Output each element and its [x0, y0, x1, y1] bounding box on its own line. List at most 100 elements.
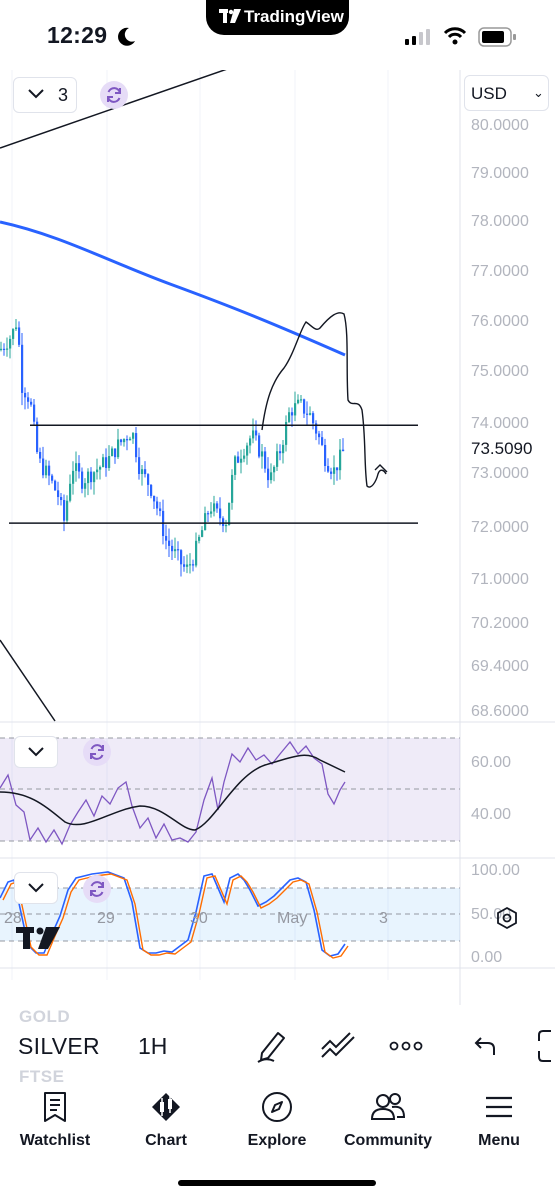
currency-select[interactable]: USD ⌄ — [464, 75, 549, 111]
candle-body — [303, 399, 306, 414]
candle-body — [15, 327, 18, 330]
candle-body — [117, 439, 120, 458]
refresh-button[interactable] — [100, 81, 128, 109]
candle-body — [51, 475, 54, 481]
status-time: 12:29 — [47, 22, 108, 48]
app-pill-label: TradingView — [244, 7, 344, 26]
candle-body — [324, 444, 327, 466]
candle-body — [72, 470, 75, 484]
candle-body — [147, 474, 150, 485]
settings-hex-icon[interactable] — [495, 906, 519, 930]
candle-body — [213, 503, 216, 512]
pen-icon[interactable] — [256, 1029, 288, 1063]
nav-item-chart[interactable]: Chart — [111, 1091, 221, 1157]
caret-icon: ⌄ — [533, 85, 544, 100]
status-bar: 12:29 TradingView — [0, 0, 555, 70]
stoch-refresh-button[interactable] — [83, 875, 111, 903]
candle-body — [243, 455, 246, 459]
candle-body — [54, 480, 57, 491]
nav-item-explore[interactable]: Explore — [222, 1091, 332, 1157]
chart-area[interactable]: 3 USD ⌄ 80.0000 79.0000 78.0000 77.0000 … — [0, 70, 555, 1005]
candle-body — [108, 456, 111, 468]
candle-body — [258, 435, 261, 457]
candle-body — [192, 564, 195, 566]
candle-body — [114, 448, 117, 458]
candle-body — [183, 564, 186, 567]
price-axis-label: 70.2000 — [471, 615, 529, 632]
nav-item-menu[interactable]: Menu — [444, 1091, 554, 1157]
candle-body — [60, 497, 63, 501]
candle-body — [69, 483, 72, 501]
price-axis-label: 79.0000 — [471, 165, 529, 182]
community-icon — [370, 1093, 406, 1120]
candle-body — [39, 451, 42, 459]
candle-body — [132, 433, 135, 439]
candle-body — [189, 564, 192, 566]
more-icon[interactable] — [389, 1041, 423, 1051]
price-axis-label: 72.0000 — [471, 519, 529, 536]
candle-body — [180, 550, 183, 565]
rsi-refresh-button[interactable] — [83, 738, 111, 766]
price-axis-label: 80.0000 — [471, 117, 529, 134]
undo-icon[interactable] — [474, 1035, 498, 1057]
nav-label: Watchlist — [19, 1132, 91, 1149]
candle-body — [18, 327, 21, 345]
stoch-axis-label: 0.00 — [471, 949, 503, 966]
candle-body — [318, 433, 321, 438]
candle-body — [21, 344, 24, 393]
candle-body — [270, 472, 273, 481]
app-pill: TradingView — [206, 0, 349, 35]
fullscreen-icon[interactable] — [537, 1029, 555, 1063]
candle-body — [330, 471, 333, 474]
watchlist-icon — [44, 1092, 66, 1122]
candle-body — [3, 348, 6, 351]
nav-item-community[interactable]: Community — [333, 1091, 443, 1157]
candle-body — [87, 471, 90, 484]
candle-body — [339, 449, 342, 471]
candle-body — [90, 471, 93, 483]
candle-body — [126, 439, 129, 441]
moon-icon — [118, 27, 135, 46]
candle-body — [240, 458, 243, 463]
candle-body — [207, 513, 210, 515]
stoch-collapse-select[interactable] — [14, 872, 58, 904]
rsi-axis-label: 60.00 — [471, 754, 512, 771]
nav-label: Chart — [145, 1132, 187, 1149]
candle-body — [30, 401, 33, 405]
rsi-axis-label: 40.00 — [471, 806, 512, 823]
candle-body — [249, 438, 252, 446]
candle-body — [255, 430, 258, 436]
candle-body — [0, 348, 3, 351]
trendline-lower — [0, 639, 56, 722]
symbol-ghost-below[interactable]: FTSE — [19, 1067, 64, 1087]
candle-body — [27, 397, 30, 402]
candle-body — [120, 439, 123, 443]
candle-body — [198, 536, 201, 541]
interval-select[interactable]: 3 — [13, 77, 77, 113]
candle-body — [186, 564, 189, 567]
candle-body — [33, 404, 36, 422]
candle-body — [123, 439, 126, 443]
candle-body — [138, 457, 141, 474]
candle-body — [228, 502, 231, 525]
battery-icon — [478, 27, 516, 47]
price-axis-label: 78.0000 — [471, 213, 529, 230]
candle-body — [129, 438, 132, 441]
nav-item-watchlist[interactable]: Watchlist — [0, 1091, 110, 1157]
symbol-name[interactable]: SILVER — [18, 1033, 100, 1060]
rsi-collapse-select[interactable] — [14, 736, 58, 768]
line-tool-icon[interactable] — [320, 1029, 356, 1061]
chart-icon — [152, 1093, 180, 1121]
candle-body — [201, 530, 204, 537]
candle-body — [336, 467, 339, 471]
symbol-ghost-above[interactable]: GOLD — [19, 1007, 70, 1027]
candle-body — [171, 545, 174, 552]
candle-body — [111, 448, 114, 457]
price-axis-label: 68.6000 — [471, 703, 529, 720]
timeframe-button[interactable]: 1H — [138, 1033, 167, 1060]
candle-body — [267, 468, 270, 481]
nav-label: Community — [344, 1132, 432, 1149]
chevron-down-icon — [28, 883, 44, 893]
candle-body — [327, 465, 330, 472]
candle-body — [342, 449, 345, 452]
